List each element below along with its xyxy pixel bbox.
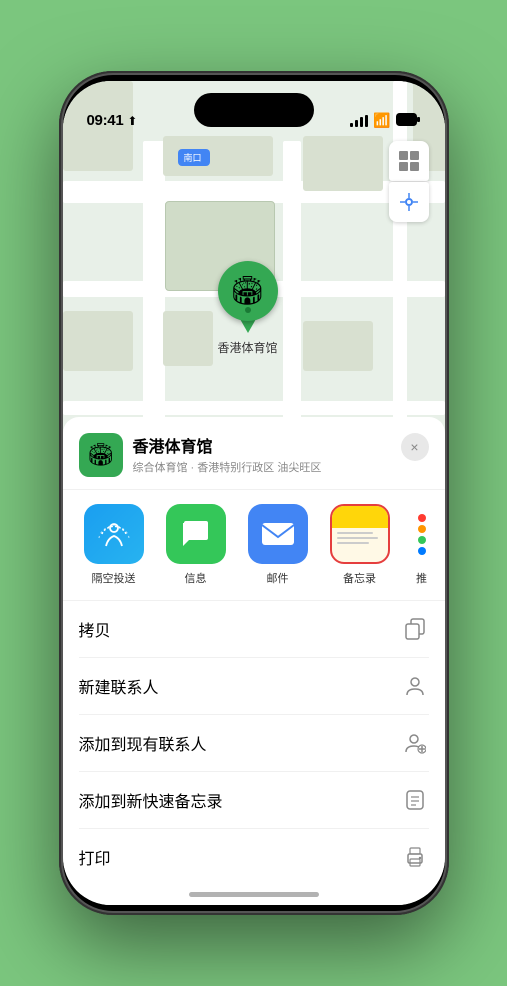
action-new-contact[interactable]: 新建联系人 xyxy=(79,658,429,715)
share-row: 隔空投送 信息 xyxy=(63,490,445,601)
share-item-airdrop[interactable]: 隔空投送 xyxy=(79,504,149,586)
venue-emoji: 🏟 xyxy=(87,442,115,468)
status-time: 09:41 xyxy=(87,112,124,129)
action-list: 拷贝 新建联系人 xyxy=(63,601,445,875)
map-label: 南口 xyxy=(178,149,210,166)
building-2 xyxy=(303,136,383,191)
notes-icon xyxy=(330,504,390,564)
pin-label: 香港体育馆 xyxy=(218,339,278,356)
share-item-more[interactable]: 推 xyxy=(407,504,437,586)
action-print[interactable]: 打印 xyxy=(79,829,429,875)
building-4 xyxy=(163,311,213,366)
notes-line-2 xyxy=(337,537,378,539)
location-button[interactable] xyxy=(389,182,429,222)
dot-orange xyxy=(418,525,426,533)
mail-icon xyxy=(248,504,308,564)
status-icons: 📶 xyxy=(350,112,420,129)
dot-red xyxy=(418,514,426,522)
messages-label: 信息 xyxy=(185,570,207,586)
action-print-label: 打印 xyxy=(79,845,111,869)
action-copy[interactable]: 拷贝 xyxy=(79,601,429,658)
home-indicator xyxy=(189,892,319,897)
phone-screen: 09:41 ⬆ 📶 xyxy=(63,81,445,905)
venue-text: 香港体育馆 综合体育馆 · 香港特别行政区 油尖旺区 xyxy=(133,433,322,475)
share-item-mail[interactable]: 邮件 xyxy=(243,504,313,586)
battery-icon xyxy=(396,113,421,129)
more-label: 推 xyxy=(416,570,427,586)
phone-frame: 09:41 ⬆ 📶 xyxy=(59,71,449,915)
dot-blue xyxy=(418,547,426,555)
notes-label: 备忘录 xyxy=(343,570,376,586)
action-new-contact-label: 新建联系人 xyxy=(79,674,159,698)
map-type-button[interactable] xyxy=(389,141,429,181)
airdrop-icon xyxy=(84,504,144,564)
stadium-icon: 🏟 xyxy=(230,277,266,305)
copy-icon xyxy=(401,615,429,643)
dot-green xyxy=(418,536,426,544)
pin-tail xyxy=(240,319,256,333)
messages-icon xyxy=(166,504,226,564)
stadium-pin: 🏟 香港体育馆 xyxy=(218,261,278,356)
pin-dot xyxy=(245,307,251,313)
signal-bar-3 xyxy=(360,117,363,127)
share-item-messages[interactable]: 信息 xyxy=(161,504,231,586)
share-item-notes[interactable]: 备忘录 xyxy=(325,504,395,586)
more-icon xyxy=(407,504,437,564)
location-icon: ⬆ xyxy=(127,114,137,128)
dynamic-island xyxy=(194,93,314,127)
signal-bar-1 xyxy=(350,123,353,127)
signal-bar-4 xyxy=(365,115,368,127)
notes-lines xyxy=(332,528,388,548)
venue-info: 🏟 香港体育馆 综合体育馆 · 香港特别行政区 油尖旺区 xyxy=(79,433,322,477)
road-h-1 xyxy=(63,181,445,203)
signal-bars xyxy=(350,115,368,127)
building-3 xyxy=(63,311,133,371)
action-copy-label: 拷贝 xyxy=(79,617,111,641)
notes-top-bar xyxy=(332,506,388,528)
notes-line-3 xyxy=(337,542,369,544)
action-add-note[interactable]: 添加到新快速备忘录 xyxy=(79,772,429,829)
venue-card: 🏟 香港体育馆 综合体育馆 · 香港特别行政区 油尖旺区 × xyxy=(63,417,445,490)
note-icon xyxy=(401,786,429,814)
map-controls xyxy=(389,141,429,222)
signal-bar-2 xyxy=(355,120,358,127)
notes-line-1 xyxy=(337,532,374,534)
action-add-contact[interactable]: 添加到现有联系人 xyxy=(79,715,429,772)
road-h-3 xyxy=(63,401,445,415)
person-add-icon xyxy=(401,729,429,757)
action-add-note-label: 添加到新快速备忘录 xyxy=(79,788,223,812)
bottom-sheet: 🏟 香港体育馆 综合体育馆 · 香港特别行政区 油尖旺区 × xyxy=(63,417,445,905)
venue-name: 香港体育馆 xyxy=(133,433,322,457)
mail-label: 邮件 xyxy=(267,570,289,586)
print-icon xyxy=(401,843,429,871)
venue-category: 综合体育馆 · 香港特别行政区 油尖旺区 xyxy=(133,459,322,475)
person-icon xyxy=(401,672,429,700)
venue-icon: 🏟 xyxy=(79,433,123,477)
building-5 xyxy=(303,321,373,371)
action-add-contact-label: 添加到现有联系人 xyxy=(79,731,207,755)
airdrop-label: 隔空投送 xyxy=(92,570,136,586)
wifi-icon: 📶 xyxy=(373,112,390,129)
close-button[interactable]: × xyxy=(401,433,429,461)
pin-circle: 🏟 xyxy=(218,261,278,321)
